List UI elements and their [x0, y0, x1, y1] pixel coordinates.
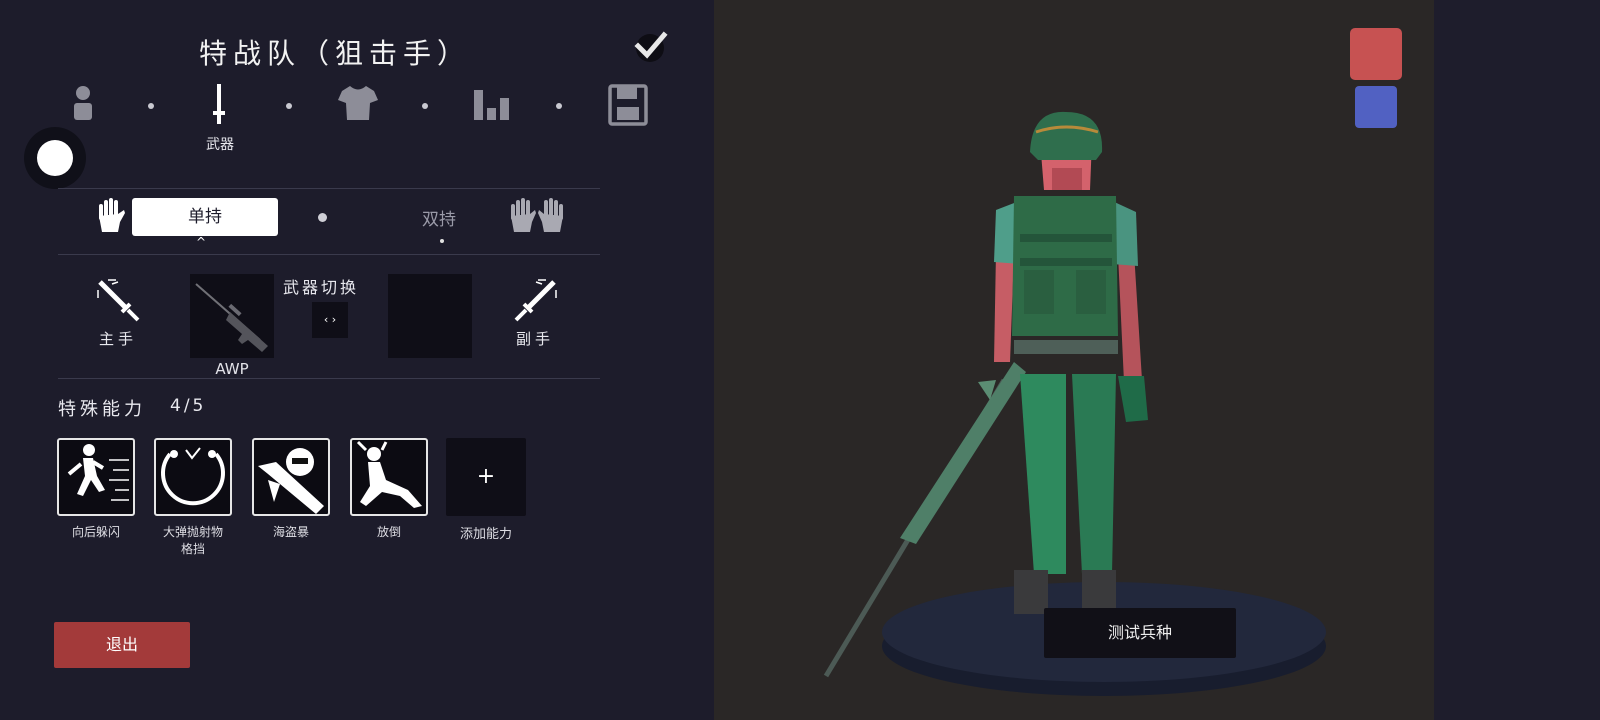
ability-projectile-block-label: 大弹抛射物 格挡 — [162, 525, 223, 556]
dual-grip-button[interactable]: 双持 — [422, 205, 456, 230]
add-ability-button[interactable]: + — [446, 438, 526, 516]
abilities-title: 特殊能力 — [58, 399, 146, 420]
ability-pirate-rocket[interactable] — [252, 438, 330, 516]
main-weapon-name: AWP — [215, 360, 249, 378]
tab-separator-dot — [556, 103, 562, 109]
off-hand-label: 副手 — [516, 330, 555, 348]
divider — [58, 378, 600, 379]
backstep-icon — [67, 444, 129, 501]
tab-weapon-label: 武器 — [206, 137, 234, 153]
tab-separator-dot — [422, 103, 428, 109]
dual-hands-icon[interactable] — [508, 198, 566, 234]
main-hand-label: 主手 — [99, 330, 138, 348]
single-hand-icon[interactable] — [96, 198, 126, 234]
weapon-switch-button[interactable]: ‹ › — [312, 302, 348, 338]
save-tab-icon[interactable] — [608, 84, 648, 126]
ability-projectile-block[interactable] — [154, 438, 232, 516]
stats-tab-icon[interactable] — [472, 84, 512, 122]
ability-backstep-label: 向后躲闪 — [71, 525, 120, 539]
selected-caret-icon: ^ — [196, 235, 207, 249]
knockdown-icon — [356, 440, 422, 508]
ability-knockdown[interactable] — [350, 438, 428, 516]
sniper-rifle-icon — [195, 283, 268, 352]
test-unit-button[interactable]: 测试兵种 — [1044, 608, 1236, 658]
ability-backstep[interactable] — [57, 438, 135, 516]
red-team-button[interactable] — [1350, 28, 1402, 80]
confirm-check-icon[interactable] — [630, 28, 670, 64]
weapon-tab-icon[interactable] — [212, 84, 226, 128]
tab-separator-dot — [148, 103, 154, 109]
tab-separator-dot — [286, 103, 292, 109]
projectile-block-icon — [161, 447, 225, 506]
divider — [58, 254, 600, 255]
blue-team-button[interactable] — [1355, 86, 1397, 128]
ability-knockdown-label: 放倒 — [376, 525, 401, 539]
joystick-toggle[interactable] — [24, 127, 86, 189]
pirate-rocket-icon — [258, 448, 324, 514]
abilities-count: 4/5 — [170, 396, 207, 416]
unit-preview-viewport[interactable]: 测试兵种 — [714, 0, 1434, 720]
weapon-switch-label: 武器切换 — [283, 278, 360, 297]
main-hand-sword-icon — [97, 279, 140, 322]
add-ability-label: 添加能力 — [459, 527, 512, 542]
editor-tabs: 武器 — [60, 84, 670, 154]
unit-title: 特战队（狙击手） — [198, 37, 471, 70]
divider — [58, 188, 600, 189]
ability-pirate-rocket-label: 海盗暴 — [272, 525, 309, 539]
unit-tab-icon[interactable] — [72, 84, 94, 122]
single-grip-button[interactable]: 单持 — [132, 198, 278, 236]
main-weapon-slot[interactable] — [190, 274, 274, 358]
dual-indicator-dot — [440, 239, 444, 243]
clothing-tab-icon[interactable] — [338, 84, 378, 122]
exit-button[interactable]: 退出 — [54, 622, 190, 668]
editor-panel: 特战队（狙击手） 武器 单持 ^ 双持 主手 AWP 武器切换 ‹ › 副手 特… — [0, 0, 714, 720]
grip-separator-dot — [318, 213, 327, 222]
joystick-knob[interactable] — [37, 140, 73, 176]
right-margin — [1434, 0, 1600, 720]
off-hand-sword-icon — [514, 279, 557, 322]
off-hand-weapon-slot[interactable] — [388, 274, 472, 358]
